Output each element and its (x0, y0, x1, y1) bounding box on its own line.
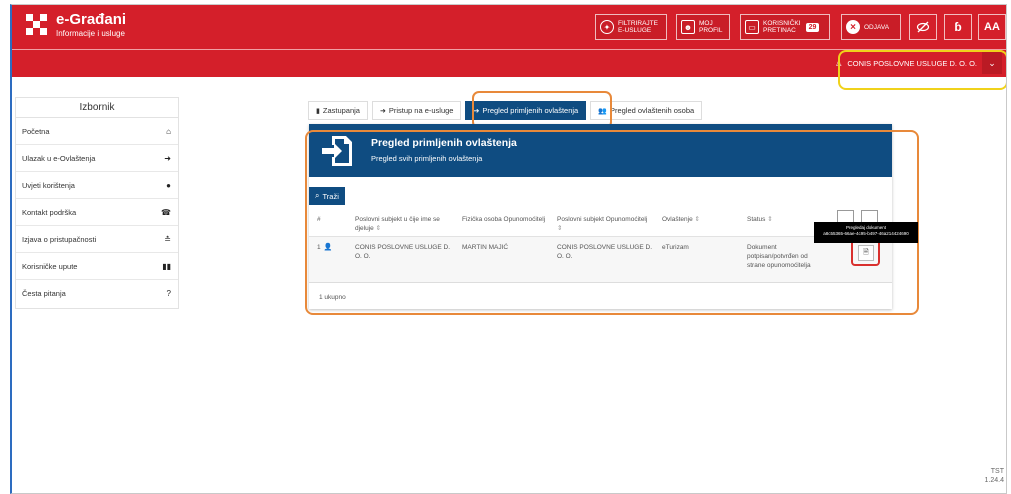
tab-label: Pristup na e-usluge (388, 106, 454, 115)
brand-title[interactable]: e-Građani (56, 11, 126, 28)
sidebar-item-label: Ulazak u e-Ovlaštenja (22, 153, 96, 163)
environment-label: TST (990, 468, 1004, 475)
brand-subtitle: Informacije i usluge (56, 29, 125, 38)
dyslexic-font-button[interactable]: ɓ (944, 14, 972, 40)
sidebar-item-terms[interactable]: Uvjeti korištenja ● (16, 172, 178, 199)
tooltip-document-id: a8c55365-66ae-4c95-b497-46a214424690 (823, 231, 909, 236)
inbox-label-1: KORISNIČKI (763, 20, 801, 27)
inbox-icon: ▭ (745, 20, 759, 34)
sidebar-item-label: Početna (22, 126, 50, 136)
version-number: 1.24.4 (984, 477, 1004, 484)
sidebar-item-label: Korisničke upute (22, 261, 78, 271)
browser-viewport: e-Građani Informacije i usluge ✦ FILTRIR… (10, 4, 1007, 494)
filter-label-2: E-USLUGE (618, 27, 652, 34)
profile-label-2: PROFIL (699, 27, 723, 34)
sidebar-item-user-guide[interactable]: Korisničke upute ▮▮ (16, 253, 178, 280)
sidebar-item-support[interactable]: Kontakt podrška ☎ (16, 199, 178, 226)
sidebar-item-label: Izjava o pristupačnosti (22, 234, 97, 244)
sidebar-item-home[interactable]: Početna ⌂ (16, 118, 178, 145)
tab-label: Pregled ovlaštenih osoba (609, 106, 695, 115)
hide-visibility-button[interactable] (909, 14, 937, 40)
filter-globe-icon: ✦ (600, 20, 614, 34)
sidebar-item-label: Česta pitanja (22, 289, 66, 298)
logout-button[interactable]: × ODJAVA (841, 14, 901, 40)
top-navbar: e-Građani Informacije i usluge ✦ FILTRIR… (12, 5, 1006, 49)
close-icon: × (846, 20, 860, 34)
sidebar-title: Izbornik (16, 98, 178, 118)
sidebar-item-accessibility[interactable]: Izjava o pristupačnosti ≛ (16, 226, 178, 253)
view-document-tooltip: Pregledaj dokument a8c55365-66ae-4c95-b4… (814, 222, 918, 243)
checkerboard-logo-icon[interactable] (26, 14, 48, 36)
sidebar-item-label: Uvjeti korištenja (22, 180, 75, 190)
home-icon: ⌂ (166, 126, 171, 136)
profile-icon: ☻ (681, 20, 695, 34)
user-inbox-button[interactable]: ▭ KORISNIČKI PRETINAC 29 (740, 14, 830, 40)
sidebar-item-enter-authorizations[interactable]: Ulazak u e-Ovlaštenja ➜ (16, 145, 178, 172)
eye-slash-icon (916, 21, 930, 33)
accessibility-icon: ≛ (164, 234, 171, 244)
filter-services-button[interactable]: ✦ FILTRIRAJTE E-USLUGE (595, 14, 667, 40)
sign-in-icon: ➜ (164, 153, 171, 163)
annotation-highlight-user (838, 50, 1006, 90)
profile-label-1: MOJ (699, 20, 713, 27)
logout-label: ODJAVA (864, 23, 890, 31)
tab-label: Zastupanja (322, 106, 360, 115)
dyslexic-font-icon: ɓ (954, 20, 962, 34)
version-label: TST 1.24.4 (985, 467, 1004, 485)
book-icon: ▮▮ (162, 261, 171, 271)
sign-in-icon: ➜ (379, 107, 386, 115)
document-icon: ▮ (316, 107, 320, 115)
font-size-icon: AA (984, 21, 1000, 33)
filter-label-1: FILTRIRAJTE (618, 20, 658, 27)
sidebar-item-faq[interactable]: Česta pitanja? (16, 280, 178, 307)
sidebar-item-label: Kontakt podrška (22, 207, 77, 217)
tab-service-access[interactable]: ➜ Pristup na e-usluge (371, 101, 462, 120)
inbox-label-2: PRETINAC (763, 27, 796, 34)
my-profile-button[interactable]: ☻ MOJ PROFIL (676, 14, 730, 40)
tab-representations[interactable]: ▮ Zastupanja (308, 101, 368, 120)
inbox-count-badge: 29 (805, 22, 820, 32)
question-icon: ? (166, 289, 171, 298)
phone-icon: ☎ (161, 207, 171, 217)
font-size-button[interactable]: AA (978, 14, 1006, 40)
sidebar-menu: Izbornik Početna ⌂ Ulazak u e-Ovlaštenja ➜… (15, 97, 179, 309)
info-icon: ● (166, 180, 171, 190)
